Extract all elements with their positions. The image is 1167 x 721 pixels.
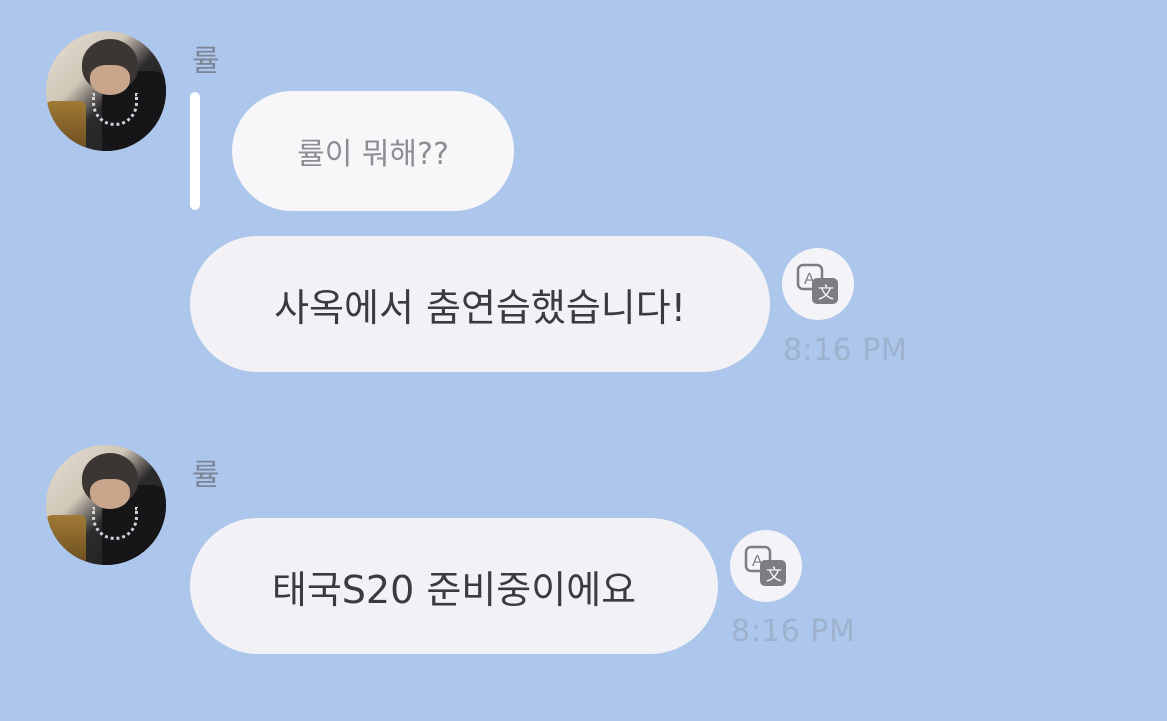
avatar[interactable]: [46, 31, 166, 151]
translate-button[interactable]: A 文: [730, 530, 802, 602]
message-bubble[interactable]: 사옥에서 춤연습했습니다!: [190, 236, 770, 372]
message-bubble[interactable]: 태국S20 준비중이에요: [190, 518, 718, 654]
translate-button[interactable]: A 文: [782, 248, 854, 320]
message-text: 태국S20 준비중이에요: [271, 567, 637, 612]
message-time: 8:16 PM: [731, 614, 856, 649]
sender-name: 률: [192, 458, 220, 493]
sender-name: 률: [192, 44, 220, 79]
reply-quote-text: 률이 뭐해??: [297, 137, 449, 172]
svg-text:文: 文: [766, 565, 782, 584]
reply-quote-bar: [190, 92, 200, 210]
translate-icon: A 文: [796, 263, 838, 304]
translate-icon: A 文: [744, 545, 786, 586]
message-text: 사옥에서 춤연습했습니다!: [274, 285, 686, 330]
message-time: 8:16 PM: [783, 333, 908, 368]
avatar[interactable]: [46, 445, 166, 565]
svg-text:文: 文: [818, 283, 834, 302]
reply-quote-bubble[interactable]: 률이 뭐해??: [232, 91, 514, 211]
